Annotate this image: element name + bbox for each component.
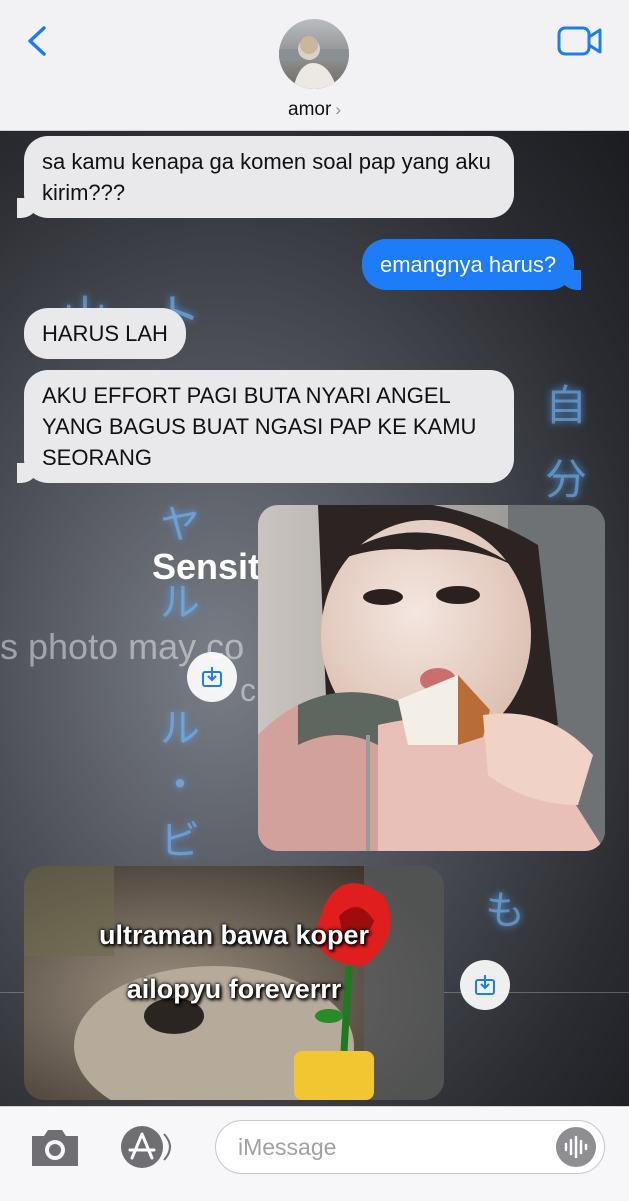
contact-name-button[interactable]: amor › [0, 99, 629, 121]
app-store-icon[interactable] [118, 1124, 172, 1170]
background-glyph: 分 [545, 455, 588, 504]
conversation-header: amor › [0, 0, 629, 131]
avatar[interactable] [279, 19, 349, 89]
meme-image-attachment[interactable]: ultraman bawa koper ailopyu foreverrr [24, 866, 444, 1100]
sensitive-warning-text: c [240, 672, 256, 708]
save-photo-button[interactable] [187, 652, 237, 702]
sensitive-warning-title: Sensit [152, 546, 261, 587]
save-photo-button[interactable] [460, 960, 510, 1010]
background-glyph: 自 [545, 381, 588, 430]
imessage-input[interactable]: iMessage [215, 1120, 605, 1174]
chevron-left-icon[interactable] [24, 24, 54, 58]
video-camera-icon[interactable] [557, 25, 603, 57]
meme-caption: ailopyu foreverrr [126, 974, 342, 1004]
incoming-message[interactable]: AKU EFFORT PAGI BUTA NYARI ANGEL YANG BA… [17, 370, 514, 483]
input-placeholder: iMessage [238, 1134, 337, 1160]
photo-attachment[interactable] [258, 505, 605, 851]
outgoing-message[interactable]: emangnya harus? [362, 239, 582, 290]
download-icon [475, 975, 495, 995]
download-icon [202, 667, 222, 687]
background-glyph: ル [160, 706, 200, 752]
audio-waveform-icon[interactable] [556, 1127, 596, 1167]
meme-caption: ultraman bawa koper [98, 920, 370, 950]
incoming-message[interactable]: sa kamu kenapa ga komen soal pap yang ak… [17, 136, 514, 218]
background-glyph: ・ [160, 762, 200, 808]
contact-name: amor [288, 99, 332, 120]
background-glyph: ビ [160, 818, 200, 864]
background-glyph: ヤ [160, 502, 200, 548]
incoming-message[interactable]: HARUS LAH [24, 308, 186, 359]
camera-icon[interactable] [28, 1126, 82, 1168]
chevron-right-icon: › [335, 100, 341, 119]
background-glyph: も [485, 888, 525, 934]
